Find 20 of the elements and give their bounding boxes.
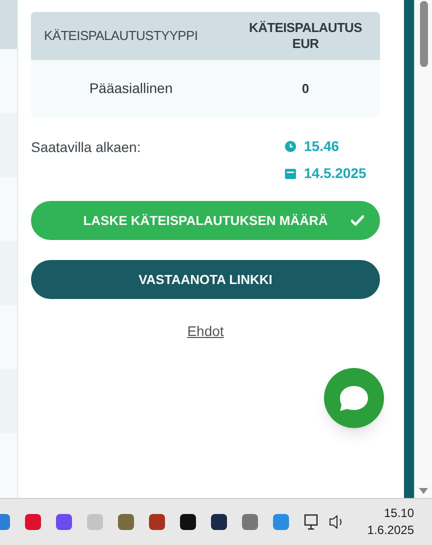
scrollbar-thumb[interactable] <box>420 1 428 67</box>
table-cell-text: Pääasiallinen <box>88 79 174 98</box>
date-text: 14.5.2025 <box>304 164 366 183</box>
availability-label: Saatavilla alkaen: <box>31 138 141 157</box>
scrollbar[interactable] <box>414 0 432 498</box>
time-text: 15.46 <box>304 137 340 156</box>
clock-date: 1.6.2025 <box>367 522 414 539</box>
arrow-down-icon[interactable] <box>419 488 428 494</box>
column-header: KÄTEISPALAUTUS EUR <box>248 20 363 52</box>
checkmark-icon <box>351 215 364 226</box>
terms-link[interactable]: Ehdot <box>187 321 224 342</box>
clock-time: 15.10 <box>384 505 414 522</box>
receive-link-button[interactable]: VASTAANOTA LINKKI <box>31 260 380 299</box>
table-cell-text: 0 <box>300 80 310 98</box>
column-header: KÄTEISPALAUTUSTYYPPI <box>43 27 199 46</box>
app-icon[interactable] <box>211 514 227 530</box>
app-icon[interactable] <box>180 514 196 530</box>
calendar-icon <box>285 168 296 179</box>
clock-icon <box>285 141 296 152</box>
chat-bubble-icon <box>339 384 369 412</box>
